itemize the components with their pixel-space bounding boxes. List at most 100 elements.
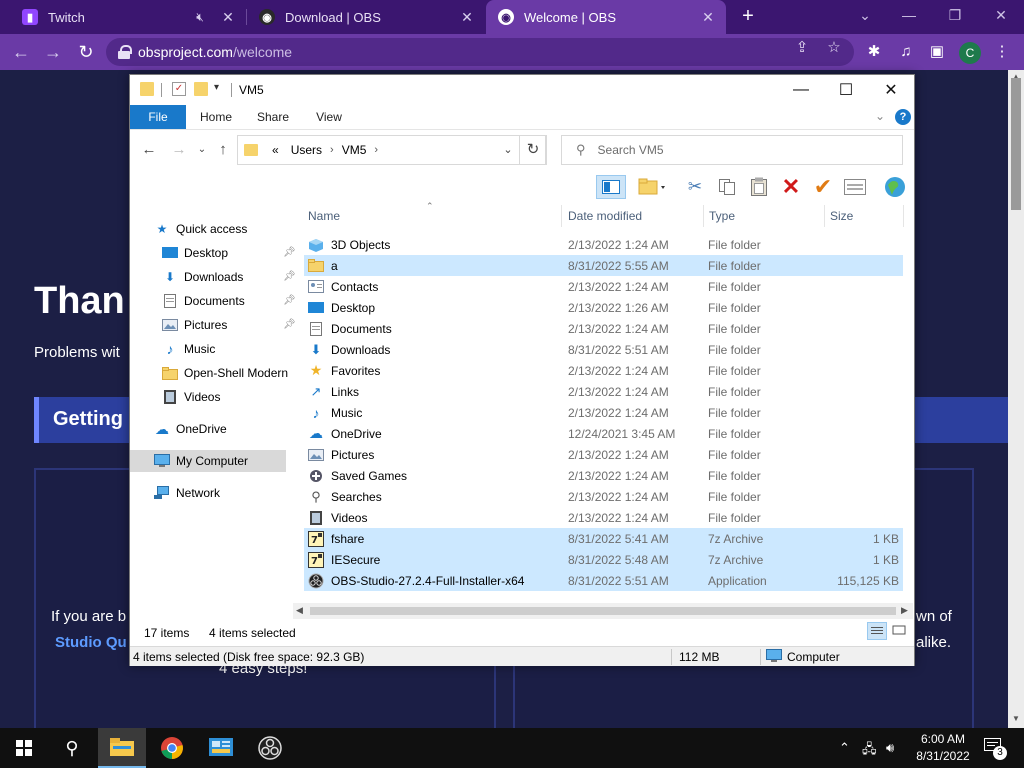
refresh-button[interactable]: ↻	[519, 135, 547, 165]
scroll-right-icon[interactable]: ▶	[901, 605, 908, 616]
up-button[interactable]: ↑	[214, 141, 232, 159]
copy-icon[interactable]	[714, 175, 740, 199]
share-icon[interactable]: ⇪	[793, 39, 811, 57]
file-row[interactable]: Saved Games 2/13/2022 1:24 AM File folder	[304, 465, 903, 486]
minimize-button[interactable]: —	[886, 0, 932, 30]
column-header-type[interactable]: Type	[705, 205, 825, 227]
extensions-icon[interactable]: ✱	[863, 41, 885, 63]
file-row[interactable]: ♪ Music 2/13/2022 1:24 AM File folder	[304, 402, 903, 423]
file-row[interactable]: 7 fshare 8/31/2022 5:41 AM 7z Archive 1 KB	[304, 528, 903, 549]
tab-twitch[interactable]: ▮ Twitch 🔇︎ ✕	[0, 0, 246, 34]
breadcrumb-vm5[interactable]: VM5	[342, 143, 367, 157]
horizontal-scrollbar[interactable]: ◀ ▶	[293, 603, 913, 619]
address-bar[interactable]: obsproject.com/welcome	[106, 38, 854, 66]
properties-icon[interactable]: ✓	[172, 82, 186, 96]
tab-search-icon[interactable]: ⌄	[842, 0, 888, 30]
side-panel-icon[interactable]: ▣	[926, 41, 948, 63]
app-taskbar-icon[interactable]	[197, 728, 245, 768]
new-folder-icon[interactable]	[194, 82, 208, 96]
new-folder-icon[interactable]	[635, 175, 671, 199]
menu-icon[interactable]: ⋮	[991, 41, 1013, 63]
minimize-button[interactable]: —	[778, 75, 824, 105]
file-explorer-taskbar-icon[interactable]	[98, 728, 146, 768]
nav-downloads[interactable]: ⬇ Downloads 📌︎	[162, 266, 296, 288]
tab-welcome-obs[interactable]: ◉ Welcome | OBS ✕	[486, 0, 726, 34]
chevron-right-icon[interactable]: ›	[330, 144, 334, 156]
network-icon[interactable]: 🖧︎	[862, 740, 877, 762]
nav-pictures[interactable]: Pictures 📌︎	[162, 314, 296, 336]
nav-videos[interactable]: Videos	[162, 386, 220, 408]
file-row[interactable]: ⬇ Downloads 8/31/2022 5:51 AM File folder	[304, 339, 903, 360]
file-row[interactable]: OBS-Studio-27.2.4-Full-Installer-x64 8/31…	[304, 570, 903, 591]
breadcrumb-users[interactable]: Users	[291, 143, 322, 157]
paste-icon[interactable]	[746, 175, 772, 199]
search-input[interactable]: ⚲ Search VM5	[561, 135, 903, 165]
clock[interactable]: 6:00 AM 8/31/2022	[912, 731, 974, 765]
file-row[interactable]: 7 IESecure 8/31/2022 5:48 AM 7z Archive 1 KB	[304, 549, 903, 570]
help-icon[interactable]: ?	[895, 109, 911, 125]
forward-button[interactable]: →	[170, 141, 188, 159]
nav-onedrive[interactable]: ☁ OneDrive	[154, 418, 227, 440]
delete-icon[interactable]: ✕	[778, 174, 804, 199]
nav-network[interactable]: Network	[154, 482, 220, 504]
close-icon[interactable]: ✕	[457, 9, 477, 26]
details-view-button[interactable]	[867, 622, 887, 640]
cut-icon[interactable]: ✂	[682, 175, 708, 199]
close-icon[interactable]: ✕	[698, 9, 718, 26]
chrome-taskbar-icon[interactable]	[148, 728, 196, 768]
file-row[interactable]: Documents 2/13/2022 1:24 AM File folder	[304, 318, 903, 339]
restore-button[interactable]: ❐	[932, 0, 978, 30]
close-window-button[interactable]: ✕	[868, 75, 914, 105]
address-dropdown-icon[interactable]: ⌄	[497, 135, 519, 165]
tab-download-obs[interactable]: ◉ Download | OBS ✕	[247, 0, 485, 34]
tab-home[interactable]: Home	[192, 105, 240, 129]
nav-desktop[interactable]: Desktop 📌︎	[162, 242, 296, 264]
studio-link[interactable]: Studio Qu	[55, 634, 127, 651]
breadcrumb-overflow[interactable]: «	[272, 143, 279, 157]
large-icons-view-button[interactable]	[890, 622, 910, 640]
file-row[interactable]: Pictures 2/13/2022 1:24 AM File folder	[304, 444, 903, 465]
muted-speaker-icon[interactable]: 🔇︎	[190, 10, 210, 25]
forward-button[interactable]: →	[42, 41, 64, 63]
file-row[interactable]: ☁ OneDrive 12/24/2021 3:45 AM File folder	[304, 423, 903, 444]
preview-pane-icon[interactable]	[596, 175, 626, 199]
scrollbar-thumb[interactable]	[1011, 78, 1021, 210]
close-window-button[interactable]: ✕	[978, 0, 1024, 30]
page-scrollbar[interactable]: ▲ ▼	[1008, 70, 1024, 728]
obs-taskbar-icon[interactable]	[246, 728, 294, 768]
file-row[interactable]: Desktop 2/13/2022 1:26 AM File folder	[304, 297, 903, 318]
notification-center-icon[interactable]: 3	[984, 738, 1007, 760]
volume-icon[interactable]: 🔊︎	[886, 740, 894, 756]
recent-locations-icon[interactable]: ⌄	[193, 141, 211, 159]
file-row[interactable]: Videos 2/13/2022 1:24 AM File folder	[304, 507, 903, 528]
expand-ribbon-icon[interactable]: ⌄	[875, 109, 885, 123]
maximize-button[interactable]: ☐	[823, 75, 869, 105]
new-tab-button[interactable]: +	[737, 5, 759, 29]
tab-share[interactable]: Share	[250, 105, 296, 129]
globe-icon[interactable]	[882, 175, 908, 199]
nav-documents[interactable]: Documents 📌︎	[162, 290, 296, 312]
profile-avatar[interactable]: C	[959, 42, 981, 64]
tab-view[interactable]: View	[306, 105, 352, 129]
media-control-icon[interactable]: ♫	[895, 41, 917, 63]
column-header-size[interactable]: Size	[826, 205, 904, 227]
file-row[interactable]: Contacts 2/13/2022 1:24 AM File folder	[304, 276, 903, 297]
scroll-left-icon[interactable]: ◀	[296, 605, 303, 616]
start-button[interactable]	[0, 728, 48, 768]
customize-qat-icon[interactable]: ▾	[214, 82, 228, 96]
file-row[interactable]: a 8/31/2022 5:55 AM File folder	[304, 255, 903, 276]
nav-my-computer[interactable]: My Computer	[130, 450, 286, 472]
bookmark-star-icon[interactable]: ☆	[825, 39, 843, 57]
back-button[interactable]: ←	[140, 141, 158, 159]
back-button[interactable]: ←	[10, 41, 32, 63]
search-icon[interactable]: ⚲	[48, 728, 96, 768]
nav-quick-access[interactable]: ★ Quick access	[154, 218, 248, 240]
scroll-down-icon[interactable]: ▼	[1011, 714, 1021, 723]
rename-check-icon[interactable]: ✔	[810, 174, 836, 199]
chevron-right-icon[interactable]: ›	[374, 144, 378, 156]
file-row[interactable]: ⚲ Searches 2/13/2022 1:24 AM File folder	[304, 486, 903, 507]
column-header-date[interactable]: Date modified	[564, 205, 704, 227]
properties-icon[interactable]	[842, 175, 868, 199]
show-hidden-icons[interactable]: ⌃	[839, 740, 850, 756]
reload-button[interactable]: ↻	[75, 41, 97, 63]
